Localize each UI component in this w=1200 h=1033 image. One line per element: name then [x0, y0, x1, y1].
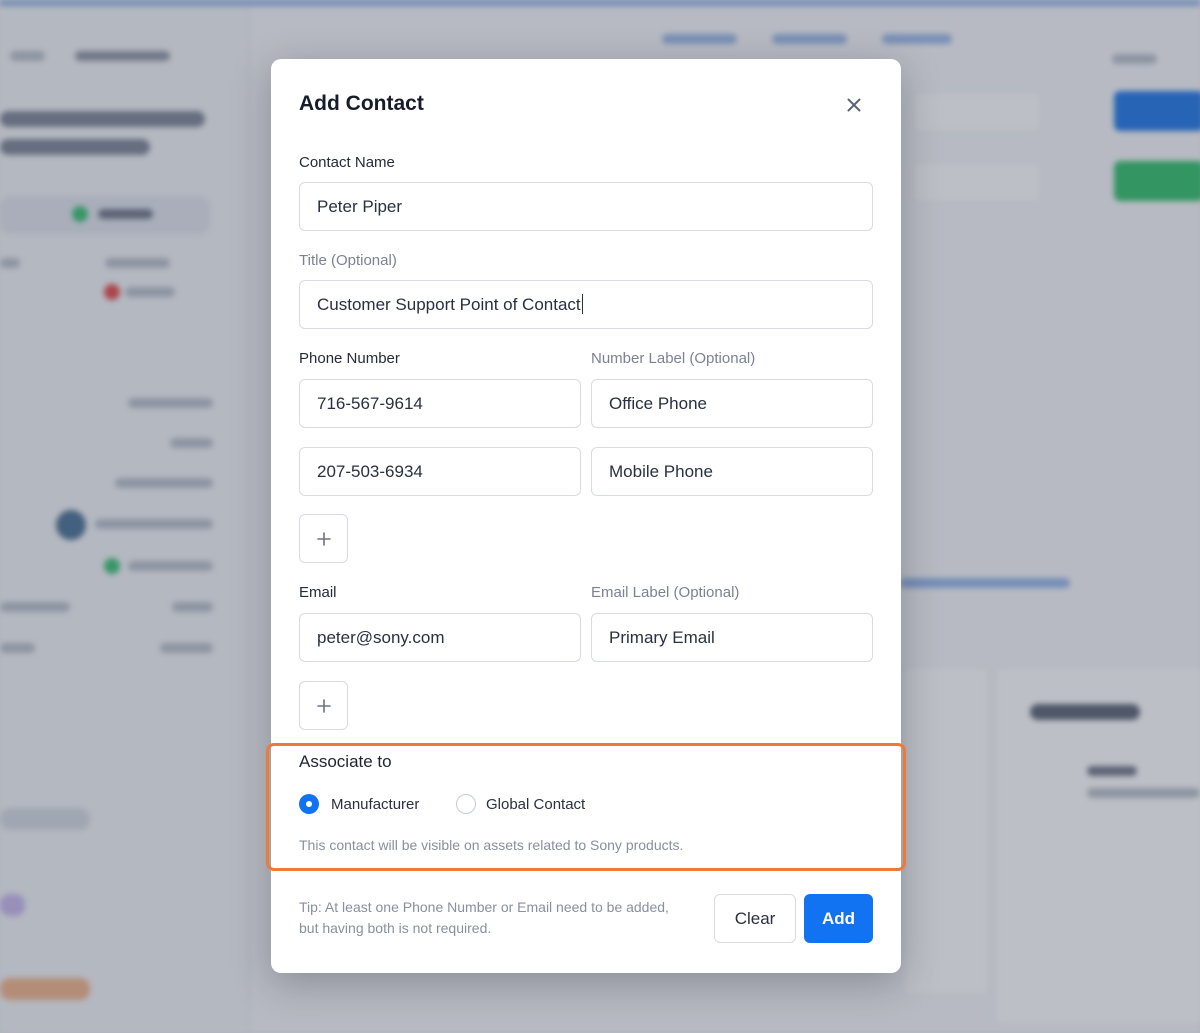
- number-label-label: Number Label (Optional): [591, 350, 756, 367]
- tip-text: Tip: At least one Phone Number or Email …: [299, 899, 669, 936]
- email-label: Email: [299, 584, 337, 601]
- phone-number-input-2[interactable]: 207-503-6934: [299, 447, 581, 496]
- add-phone-button[interactable]: [299, 514, 348, 563]
- dialog-title: Add Contact: [299, 92, 424, 115]
- plus-icon: [316, 698, 331, 713]
- email-label-label: Email Label (Optional): [591, 584, 740, 601]
- close-button[interactable]: [843, 94, 865, 116]
- title-input[interactable]: Customer Support Point of Contact: [299, 280, 873, 329]
- contact-name-label: Contact Name: [299, 154, 395, 171]
- title-value: Customer Support Point of Contact: [317, 295, 581, 314]
- close-icon: [847, 98, 861, 112]
- radio-global-contact-label[interactable]: Global Contact: [486, 796, 585, 813]
- phone-number-label: Phone Number: [299, 350, 400, 367]
- plus-icon: [316, 531, 331, 546]
- radio-global-contact[interactable]: [456, 794, 476, 814]
- number-label-input-1[interactable]: Office Phone: [591, 379, 873, 428]
- phone-number-input-1[interactable]: 716-567-9614: [299, 379, 581, 428]
- text-caret: [581, 294, 583, 314]
- add-contact-dialog: Add Contact Contact Name Peter Piper Tit…: [266, 59, 906, 973]
- contact-name-input[interactable]: Peter Piper: [299, 182, 873, 231]
- radio-manufacturer-label[interactable]: Manufacturer: [331, 796, 419, 813]
- add-button[interactable]: Add: [804, 894, 873, 943]
- radio-manufacturer[interactable]: [299, 794, 319, 814]
- associate-hint: This contact will be visible on assets r…: [299, 837, 684, 853]
- title-label: Title (Optional): [299, 252, 397, 269]
- associate-heading: Associate to: [299, 752, 392, 771]
- email-label-input-1[interactable]: Primary Email: [591, 613, 873, 662]
- clear-button[interactable]: Clear: [714, 894, 796, 943]
- add-email-button[interactable]: [299, 681, 348, 730]
- number-label-input-2[interactable]: Mobile Phone: [591, 447, 873, 496]
- email-input-1[interactable]: peter@sony.com: [299, 613, 581, 662]
